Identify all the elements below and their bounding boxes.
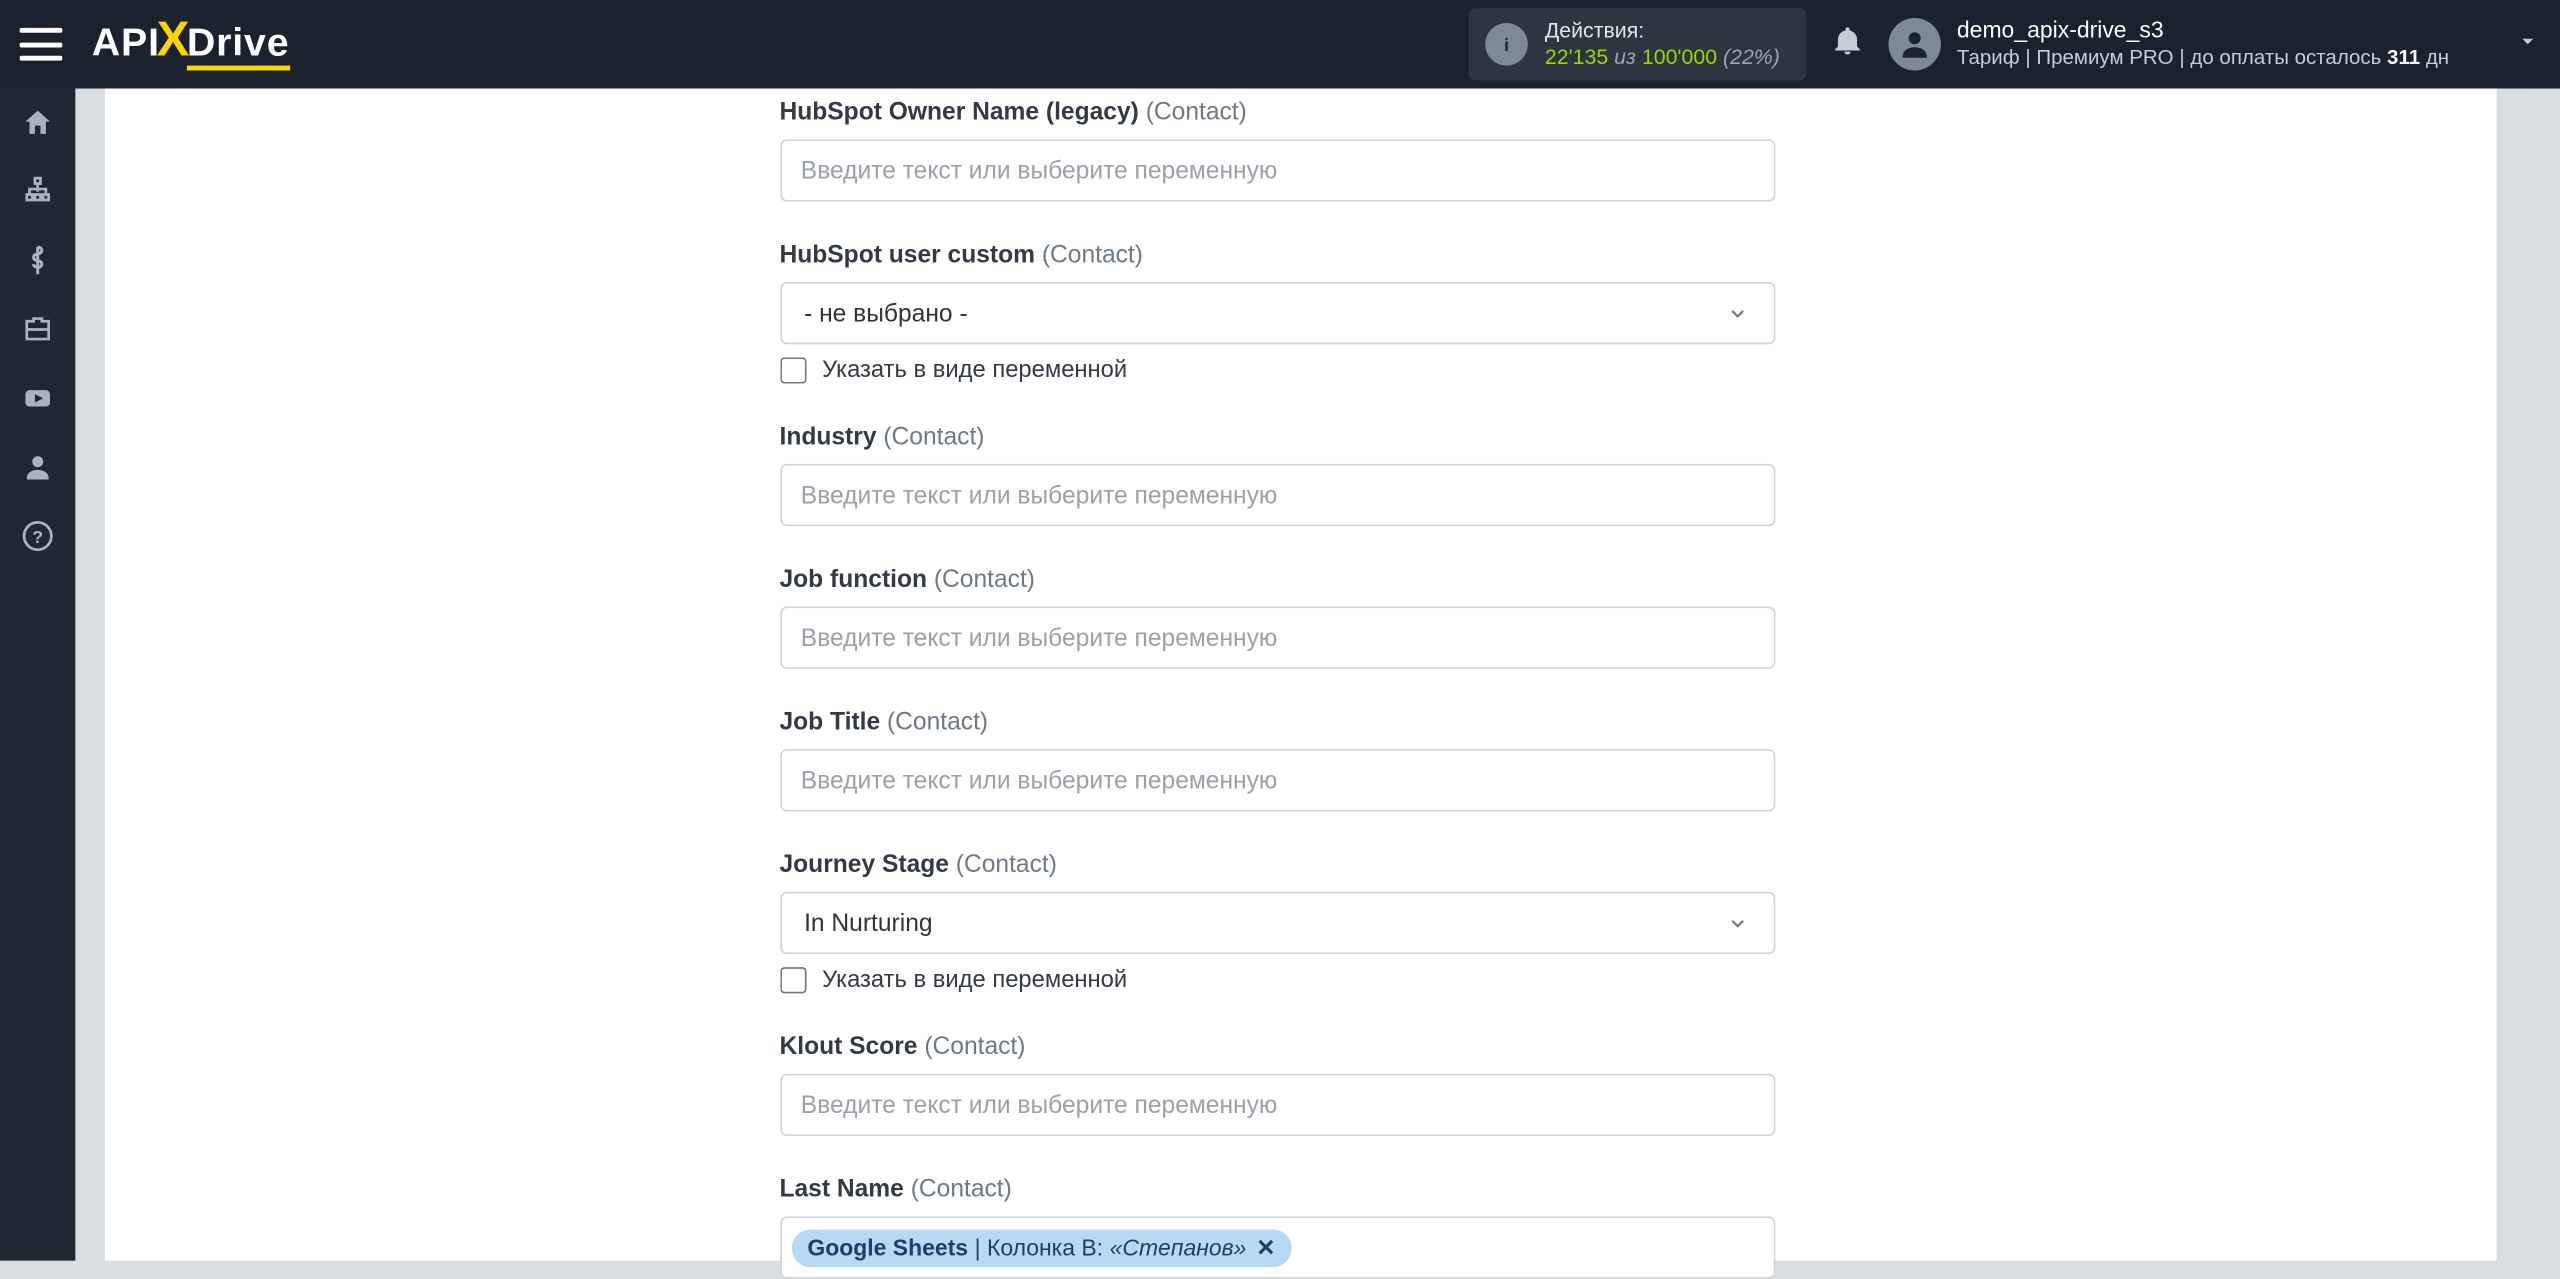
remove-tag-icon[interactable]: ✕ — [1256, 1234, 1275, 1262]
tariff-label: Тариф — [1957, 46, 2020, 69]
field-label: Job Title (Contact) — [779, 708, 1774, 736]
field-journey: Journey Stage (Contact) In Nurturing Указа… — [779, 851, 1774, 994]
avatar-icon — [1888, 18, 1940, 70]
field-owner: HubSpot Owner Name (legacy) (Contact) — [779, 98, 1774, 201]
field-label: Last Name (Contact) — [779, 1175, 1774, 1203]
chevron-down-icon — [1724, 300, 1750, 326]
field-label: Industry (Contact) — [779, 423, 1774, 451]
content-area: HubSpot Owner Name (legacy) (Contact) Hub… — [75, 89, 2524, 1261]
nav-home[interactable] — [0, 89, 75, 158]
app-logo[interactable]: API X Drive — [92, 20, 290, 69]
chevron-down-icon — [1724, 910, 1750, 936]
klout-input[interactable] — [779, 1074, 1774, 1136]
logo-text-post: Drive — [187, 25, 290, 64]
field-label: Job function (Contact) — [779, 566, 1774, 594]
jobfunc-input[interactable] — [779, 607, 1774, 669]
field-lastname: Last Name (Contact) Google Sheets | Колон… — [779, 1175, 1774, 1278]
actions-title: Действия: — [1545, 18, 1780, 45]
form-panel: HubSpot Owner Name (legacy) (Contact) Hub… — [104, 89, 2496, 1261]
field-jobfunc: Job function (Contact) — [779, 566, 1774, 669]
days-unit: дн — [2426, 46, 2449, 69]
field-label: Journey Stage (Contact) — [779, 851, 1774, 879]
tariff-name: Премиум PRO — [2036, 46, 2173, 69]
field-klout: Klout Score (Contact) — [779, 1033, 1774, 1136]
info-icon: i — [1486, 23, 1529, 66]
nav-help[interactable]: ? — [0, 502, 75, 571]
usercustom-select[interactable]: - не выбрано - — [779, 282, 1774, 344]
checkbox[interactable] — [779, 357, 805, 383]
svg-text:i: i — [1505, 35, 1510, 55]
field-usercustom: HubSpot user custom (Contact) - не выбран… — [779, 241, 1774, 384]
x-icon: X — [157, 16, 191, 65]
logo-text-pre: API — [92, 25, 160, 64]
chevron-down-icon — [2515, 27, 2541, 61]
field-label: HubSpot Owner Name (legacy) (Contact) — [779, 98, 1774, 126]
nav-connections[interactable] — [0, 157, 75, 226]
days-left: 311 — [2387, 46, 2420, 69]
actions-pct: (22%) — [1723, 44, 1780, 69]
sidebar-rail: ? — [0, 89, 75, 1261]
app-header: API X Drive i Действия: 22'135 из 100'00… — [0, 0, 2560, 89]
actions-total: 100'000 — [1642, 44, 1717, 69]
menu-toggle-icon[interactable] — [20, 28, 63, 61]
journey-select[interactable]: In Nurturing — [779, 892, 1774, 954]
tag-column: | Колонка B: — [975, 1234, 1103, 1260]
nav-profile[interactable] — [0, 433, 75, 502]
field-jobtitle: Job Title (Contact) — [779, 708, 1774, 811]
lastname-input[interactable]: Google Sheets | Колонка B: «Степанов» ✕ — [779, 1216, 1774, 1278]
checkbox-label: Указать в виде переменной — [822, 967, 1127, 993]
actions-used: 22'135 — [1545, 44, 1608, 69]
nav-billing[interactable] — [0, 226, 75, 295]
select-value: - не выбрано - — [804, 299, 968, 327]
user-menu[interactable]: demo_apix-drive_s3 Тариф | Премиум PRO |… — [1888, 17, 2541, 71]
owner-input[interactable] — [779, 139, 1774, 201]
nav-briefcase[interactable] — [0, 295, 75, 364]
tag-value: «Степанов» — [1110, 1234, 1247, 1260]
svg-text:?: ? — [32, 527, 43, 547]
field-industry: Industry (Contact) — [779, 423, 1774, 526]
variable-tag[interactable]: Google Sheets | Колонка B: «Степанов» ✕ — [791, 1229, 1292, 1267]
notifications-icon[interactable] — [1819, 24, 1875, 65]
pay-prefix: до оплаты осталось — [2190, 46, 2381, 69]
select-value: In Nurturing — [804, 909, 932, 937]
actions-sep: из — [1614, 44, 1636, 69]
jobtitle-input[interactable] — [779, 749, 1774, 811]
checkbox-label: Указать в виде переменной — [822, 357, 1127, 383]
journey-as-variable[interactable]: Указать в виде переменной — [779, 967, 1774, 993]
user-name: demo_apix-drive_s3 — [1957, 17, 2449, 46]
actions-quota[interactable]: i Действия: 22'135 из 100'000 (22%) — [1469, 8, 1806, 81]
checkbox[interactable] — [779, 967, 805, 993]
field-label: Klout Score (Contact) — [779, 1033, 1774, 1061]
industry-input[interactable] — [779, 464, 1774, 526]
nav-video[interactable] — [0, 364, 75, 433]
field-label: HubSpot user custom (Contact) — [779, 241, 1774, 269]
usercustom-as-variable[interactable]: Указать в виде переменной — [779, 357, 1774, 383]
tag-source: Google Sheets — [807, 1234, 968, 1260]
